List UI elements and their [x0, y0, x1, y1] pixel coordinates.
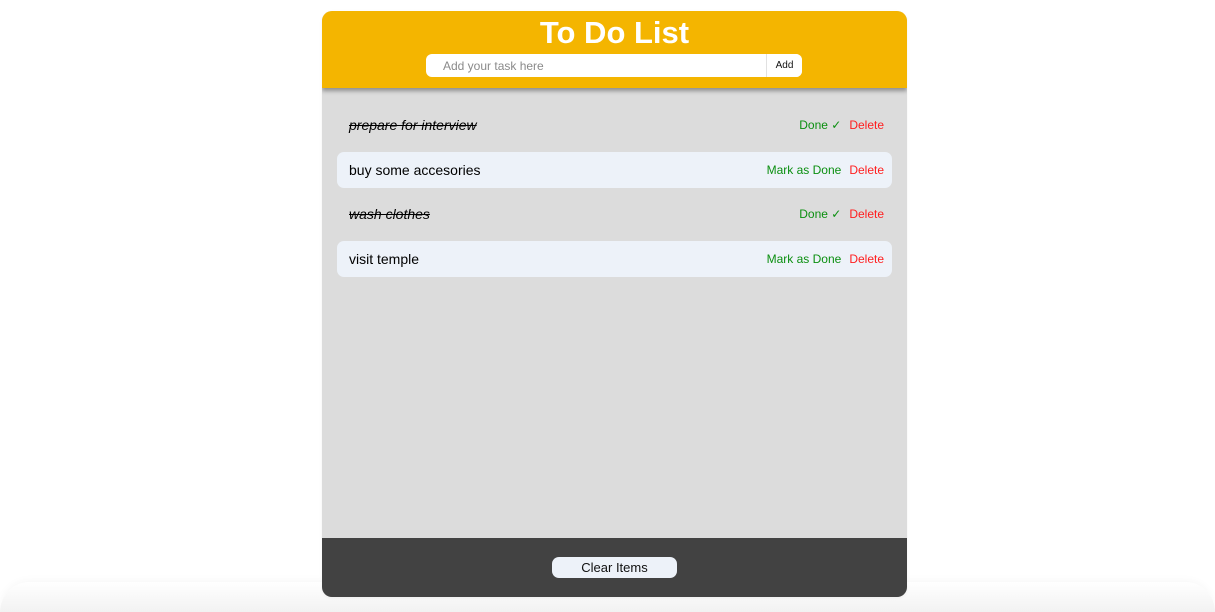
delete-button[interactable]: Delete [849, 207, 884, 221]
app-footer: Clear Items [322, 538, 907, 597]
add-button[interactable]: Add [766, 54, 802, 77]
task-text: wash clothes [349, 206, 430, 222]
mark-as-done-button[interactable]: Mark as Done [767, 252, 842, 266]
task-row: visit temple Mark as Done Delete [337, 240, 892, 277]
done-status-button[interactable]: Done ✓ [799, 118, 841, 132]
task-row: buy some accesories Mark as Done Delete [337, 151, 892, 188]
task-row: wash clothes Done ✓ Delete [337, 196, 892, 232]
task-row: prepare for interview Done ✓ Delete [337, 107, 892, 143]
task-text: visit temple [349, 250, 420, 267]
task-text: prepare for interview [349, 117, 477, 133]
clear-items-button[interactable]: Clear Items [552, 557, 677, 578]
add-task-form: Add [426, 54, 802, 77]
app-header: To Do List Add [322, 11, 907, 88]
mark-as-done-button[interactable]: Mark as Done [767, 163, 842, 177]
delete-button[interactable]: Delete [849, 163, 884, 177]
todo-app: To Do List Add prepare for interview Don… [322, 11, 907, 597]
task-list: prepare for interview Done ✓ Delete buy … [337, 107, 892, 285]
done-status-button[interactable]: Done ✓ [799, 207, 841, 221]
task-input[interactable] [426, 54, 766, 77]
delete-button[interactable]: Delete [849, 252, 884, 266]
delete-button[interactable]: Delete [849, 118, 884, 132]
task-text: buy some accesories [349, 161, 481, 178]
app-title: To Do List [539, 15, 690, 50]
